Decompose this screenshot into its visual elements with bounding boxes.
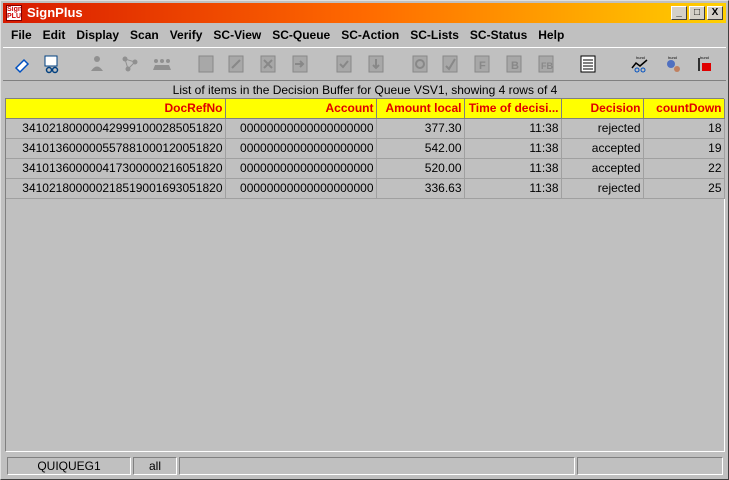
decision-buffer-table[interactable]: DocRefNo Account Amount local Time of de… (5, 98, 725, 452)
menu-sc-status[interactable]: SC-Status (470, 28, 527, 42)
maximize-button[interactable]: □ (689, 6, 705, 20)
column-header-docrefno[interactable]: DocRefNo (6, 99, 226, 119)
table-row[interactable]: 341021800000429991000285051820 000000000… (6, 118, 725, 139)
svg-text:hund: hund (668, 55, 677, 60)
list-icon[interactable] (577, 53, 599, 75)
status-filter: all (133, 457, 177, 475)
cell-decision: rejected (561, 178, 644, 199)
status-extra (577, 457, 723, 475)
app-window: Sign PLUS SignPlus _ □ X File Edit Displ… (0, 0, 729, 480)
svg-text:F: F (479, 60, 486, 72)
title-bar[interactable]: Sign PLUS SignPlus _ □ X (3, 3, 726, 23)
document-check-icon[interactable] (333, 53, 355, 75)
column-header-countdown[interactable]: countDown (643, 99, 725, 119)
cell-account: 00000000000000000000 (225, 158, 377, 179)
cell-countdown: 25 (643, 178, 725, 199)
toolbar: F B FB hund hund hund (3, 47, 726, 81)
column-header-amount-local[interactable]: Amount local (376, 99, 465, 119)
svg-text:FB: FB (541, 61, 553, 71)
b-doc-icon[interactable]: B (503, 53, 525, 75)
cell-account: 00000000000000000000 (225, 178, 377, 199)
menu-bar: File Edit Display Scan Verify SC-View SC… (3, 25, 726, 45)
cell-time-of-decision: 11:38 (464, 118, 562, 139)
menu-sc-queue[interactable]: SC-Queue (272, 28, 330, 42)
menu-sc-view[interactable]: SC-View (213, 28, 261, 42)
close-button[interactable]: X (707, 6, 723, 20)
document-icon[interactable] (195, 53, 217, 75)
f-doc-icon[interactable]: F (471, 53, 493, 75)
menu-file[interactable]: File (11, 28, 32, 42)
cell-time-of-decision: 11:38 (464, 158, 562, 179)
users-group-icon[interactable] (151, 53, 173, 75)
status-message (179, 457, 575, 475)
menu-edit[interactable]: Edit (43, 28, 66, 42)
svg-text:B: B (511, 60, 519, 72)
table-caption: List of items in the Decision Buffer for… (172, 83, 558, 97)
status-queue: QUIQUEG1 (7, 457, 131, 475)
menu-verify[interactable]: Verify (170, 28, 203, 42)
document-arrow-icon[interactable] (289, 53, 311, 75)
svg-text:hund: hund (636, 55, 645, 60)
cell-amount-local: 520.00 (376, 158, 465, 179)
status-bar: QUIQUEG1 all (3, 456, 726, 476)
cell-time-of-decision: 11:38 (464, 138, 562, 159)
app-logo-icon[interactable]: Sign PLUS (6, 5, 22, 21)
eraser-icon[interactable] (11, 53, 33, 75)
menu-help[interactable]: Help (538, 28, 564, 42)
cell-decision: accepted (561, 158, 644, 179)
hund-user-icon[interactable]: hund (661, 53, 683, 75)
cell-countdown: 18 (643, 118, 725, 139)
hund-chart-icon[interactable]: hund (629, 53, 651, 75)
network-icon[interactable] (119, 53, 141, 75)
fb-doc-icon[interactable]: FB (535, 53, 557, 75)
hund-stop-icon[interactable]: hund (693, 53, 715, 75)
cell-amount-local: 542.00 (376, 138, 465, 159)
cell-docrefno: 341013600000417300000216051820 (6, 158, 226, 179)
cell-account: 00000000000000000000 (225, 118, 377, 139)
cell-countdown: 22 (643, 158, 725, 179)
cell-amount-local: 336.63 (376, 178, 465, 199)
grid-glasses-icon[interactable] (41, 53, 63, 75)
cell-decision: accepted (561, 138, 644, 159)
table-header-row: DocRefNo Account Amount local Time of de… (6, 99, 725, 119)
menu-sc-action[interactable]: SC-Action (341, 28, 399, 42)
document-edit-icon[interactable] (225, 53, 247, 75)
cell-docrefno: 341021800000429991000285051820 (6, 118, 226, 139)
column-header-decision[interactable]: Decision (561, 99, 644, 119)
cell-docrefno: 341021800000218519001693051820 (6, 178, 226, 199)
cell-amount-local: 377.30 (376, 118, 465, 139)
check-doc-icon[interactable] (439, 53, 461, 75)
table-row[interactable]: 341013600000557881000120051820 000000000… (6, 138, 725, 159)
document-down-icon[interactable] (365, 53, 387, 75)
column-header-time-of-decision[interactable]: Time of decisi... (464, 99, 562, 119)
user-edit-icon[interactable] (87, 53, 109, 75)
menu-scan[interactable]: Scan (130, 28, 159, 42)
cell-time-of-decision: 11:38 (464, 178, 562, 199)
cell-docrefno: 341013600000557881000120051820 (6, 138, 226, 159)
menu-display[interactable]: Display (76, 28, 119, 42)
document-cross-icon[interactable] (257, 53, 279, 75)
svg-text:hund: hund (700, 55, 709, 60)
cell-account: 00000000000000000000 (225, 138, 377, 159)
minimize-button[interactable]: _ (671, 6, 687, 20)
column-header-account[interactable]: Account (225, 99, 377, 119)
menu-sc-lists[interactable]: SC-Lists (410, 28, 459, 42)
cell-countdown: 19 (643, 138, 725, 159)
table-row[interactable]: 341013600000417300000216051820 000000000… (6, 158, 725, 179)
refresh-doc-icon[interactable] (409, 53, 431, 75)
table-row[interactable]: 341021800000218519001693051820 000000000… (6, 178, 725, 199)
window-title: SignPlus (27, 5, 83, 20)
cell-decision: rejected (561, 118, 644, 139)
